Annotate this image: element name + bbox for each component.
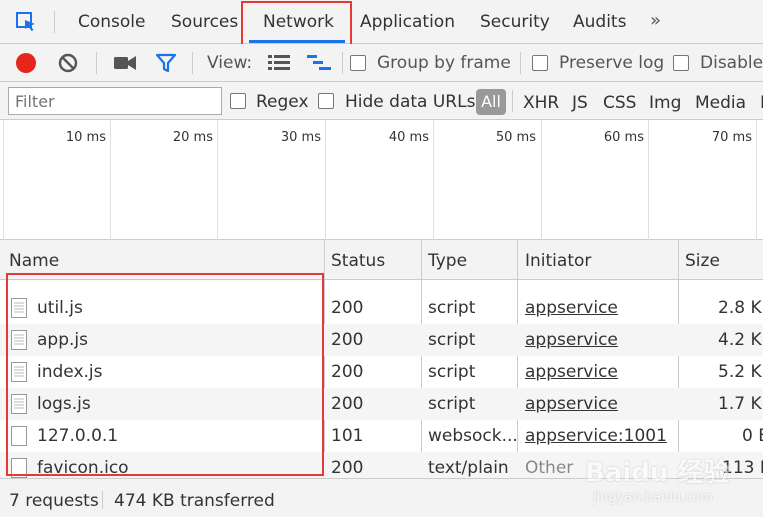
filter-input[interactable]: [8, 87, 222, 115]
column-header-size[interactable]: Size: [685, 251, 720, 271]
clear-icon[interactable]: [58, 53, 78, 73]
record-button[interactable]: [16, 53, 36, 73]
request-status: 101: [331, 426, 364, 446]
request-size: 5.2 KB: [718, 362, 763, 382]
timeline-gridline: [3, 120, 4, 240]
tab-separator: [54, 11, 55, 33]
request-size: 0 B: [742, 426, 763, 446]
timeline-label: 70 ms: [711, 130, 752, 145]
filter-js[interactable]: JS: [572, 93, 588, 113]
transferred-size: 474 KB transferred: [114, 491, 275, 511]
baidu-jingyan-watermark: Baidu 经验 jingyan.baidu.com: [585, 452, 760, 514]
disable-cache-checkbox[interactable]: [673, 55, 689, 71]
request-status: 200: [331, 458, 364, 478]
column-header-initiator[interactable]: Initiator: [525, 251, 591, 271]
request-initiator-link[interactable]: appservice: [525, 362, 618, 382]
filter-img[interactable]: Img: [649, 93, 681, 113]
preserve-log-label: Preserve log: [559, 53, 665, 73]
timeline-label: 50 ms: [495, 130, 536, 145]
request-type: websock...: [428, 426, 518, 446]
group-by-frame-checkbox[interactable]: [350, 55, 366, 71]
request-initiator-link[interactable]: appservice: [525, 298, 618, 318]
timeline-gridline: [648, 120, 649, 240]
watermark-site: jingyan.baidu.com: [593, 490, 713, 505]
regex-checkbox[interactable]: [230, 93, 246, 109]
tab-application[interactable]: Application: [360, 12, 455, 32]
filter-bar: Regex Hide data URLs All XHR JS CSS Img …: [0, 82, 763, 120]
watermark-brand: Baidu 经验: [585, 458, 730, 488]
column-header-name[interactable]: Name: [9, 251, 59, 271]
filter-separator: [512, 90, 513, 112]
regex-label: Regex: [256, 92, 309, 112]
view-label: View:: [207, 53, 253, 73]
tab-security[interactable]: Security: [480, 12, 550, 32]
screenshot-camera-icon[interactable]: [114, 55, 136, 71]
network-toolbar: View: Group by frame Preserve log Disabl…: [0, 44, 763, 82]
hide-data-urls-label: Hide data URLs: [345, 92, 476, 112]
filter-all-button[interactable]: All: [476, 89, 506, 115]
column-header-type[interactable]: Type: [428, 251, 467, 271]
group-by-frame-label: Group by frame: [377, 53, 511, 73]
request-size: 2.8 KB: [718, 298, 763, 318]
request-initiator-link[interactable]: appservice: [525, 394, 618, 414]
filter-funnel-icon[interactable]: [155, 53, 177, 73]
disable-cache-label: Disable: [700, 53, 763, 73]
filter-xhr[interactable]: XHR: [523, 93, 559, 113]
request-initiator-link[interactable]: appservice:1001: [525, 426, 667, 446]
filter-css[interactable]: CSS: [603, 93, 636, 113]
request-type: script: [428, 298, 476, 318]
timeline-gridline: [433, 120, 434, 240]
large-rows-view-icon[interactable]: [268, 54, 290, 72]
timeline-label: 30 ms: [280, 130, 321, 145]
request-count: 7 requests: [9, 491, 99, 511]
toolbar-separator: [342, 52, 343, 74]
request-status: 200: [331, 362, 364, 382]
timeline-label: 20 ms: [172, 130, 213, 145]
timeline-gridline: [541, 120, 542, 240]
request-type: script: [428, 394, 476, 414]
timeline-gridline: [217, 120, 218, 240]
timeline-gridline: [756, 120, 757, 240]
toolbar-separator: [192, 52, 193, 74]
devtools-tabbar: Console Sources Network Application Secu…: [0, 0, 763, 44]
hide-data-urls-checkbox[interactable]: [318, 93, 334, 109]
request-names-highlight: [6, 273, 324, 476]
request-type: text/plain: [428, 458, 509, 478]
column-header-status[interactable]: Status: [331, 251, 385, 271]
tab-console[interactable]: Console: [78, 12, 146, 32]
timeline-label: 40 ms: [388, 130, 429, 145]
request-status: 200: [331, 330, 364, 350]
filter-media[interactable]: Media: [695, 93, 746, 113]
request-status: 200: [331, 394, 364, 414]
timeline-label: 10 ms: [65, 130, 106, 145]
request-type: script: [428, 330, 476, 350]
more-tabs-button[interactable]: »: [650, 10, 661, 31]
request-status: 200: [331, 298, 364, 318]
waterfall-view-icon[interactable]: [307, 53, 333, 73]
request-size: 4.2 KB: [718, 330, 763, 350]
request-initiator-link[interactable]: appservice: [525, 330, 618, 350]
network-tab-highlight: [241, 1, 352, 47]
timeline-gridline: [110, 120, 111, 240]
request-size: 1.7 KB: [718, 394, 763, 414]
timeline-label: 60 ms: [603, 130, 644, 145]
tab-audits[interactable]: Audits: [573, 12, 626, 32]
toolbar-separator: [520, 52, 521, 74]
preserve-log-checkbox[interactable]: [532, 55, 548, 71]
request-initiator: Other: [525, 458, 574, 478]
timeline-gridline: [325, 120, 326, 240]
timeline-overview[interactable]: 10 ms 20 ms 30 ms 40 ms 50 ms 60 ms 70 m…: [0, 120, 763, 240]
summary-separator: [102, 491, 103, 509]
request-type: script: [428, 362, 476, 382]
tab-sources[interactable]: Sources: [171, 12, 238, 32]
inspect-element-icon[interactable]: [14, 10, 38, 34]
toolbar-separator: [96, 52, 97, 74]
